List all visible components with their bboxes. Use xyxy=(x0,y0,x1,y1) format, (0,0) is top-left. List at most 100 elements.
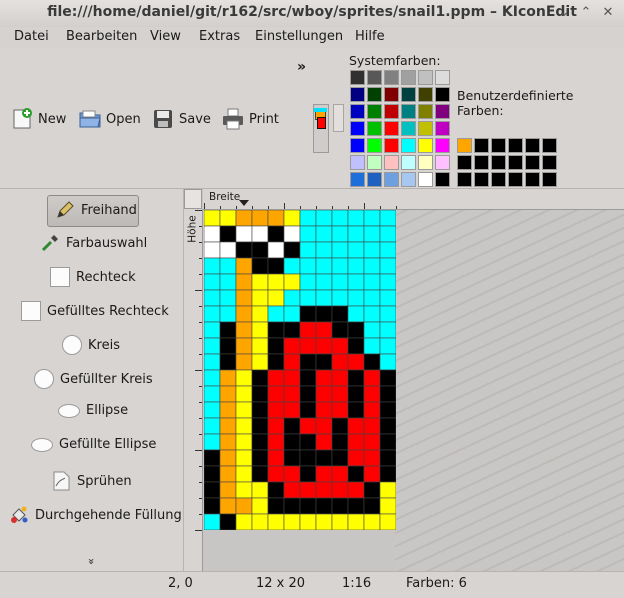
pixel-cell[interactable] xyxy=(204,241,221,259)
system-color-swatch[interactable] xyxy=(350,138,365,153)
pixel-cell[interactable] xyxy=(219,497,237,515)
pixel-cell[interactable] xyxy=(219,273,237,291)
pixel-cell[interactable] xyxy=(379,385,396,403)
pixel-cell[interactable] xyxy=(283,369,301,387)
pixel-cell[interactable] xyxy=(219,481,237,499)
pixel-cell[interactable] xyxy=(251,321,269,339)
pixel-cell[interactable] xyxy=(283,497,301,515)
pixel-cell[interactable] xyxy=(267,465,285,483)
pixel-cell[interactable] xyxy=(204,369,221,387)
pixel-cell[interactable] xyxy=(219,289,237,307)
pixel-cell[interactable] xyxy=(363,321,381,339)
pixel-cell[interactable] xyxy=(283,241,301,259)
pixel-cell[interactable] xyxy=(379,433,396,451)
pixel-cell[interactable] xyxy=(363,305,381,323)
pixel-cell[interactable] xyxy=(363,433,381,451)
pixel-cell[interactable] xyxy=(204,401,221,419)
pixel-cell[interactable] xyxy=(283,289,301,307)
pixel-cell[interactable] xyxy=(379,401,396,419)
custom-color-swatch[interactable] xyxy=(542,172,557,187)
pixel-cell[interactable] xyxy=(379,337,396,355)
pixel-cell[interactable] xyxy=(331,257,349,275)
pixel-cell[interactable] xyxy=(315,241,333,259)
system-color-swatch[interactable] xyxy=(435,70,450,85)
menu-datei[interactable]: Datei xyxy=(14,29,49,44)
system-color-swatch[interactable] xyxy=(435,138,450,153)
pixel-cell[interactable] xyxy=(347,497,365,515)
pixel-cell[interactable] xyxy=(331,401,349,419)
system-color-swatch[interactable] xyxy=(418,70,433,85)
system-color-swatch[interactable] xyxy=(418,155,433,170)
pixel-cell[interactable] xyxy=(267,241,285,259)
pixel-cell[interactable] xyxy=(363,289,381,307)
system-color-swatch[interactable] xyxy=(418,172,433,187)
pixel-cell[interactable] xyxy=(331,305,349,323)
pixel-cell[interactable] xyxy=(331,481,349,499)
system-color-swatch[interactable] xyxy=(418,87,433,102)
pixel-cell[interactable] xyxy=(204,465,221,483)
system-color-swatch[interactable] xyxy=(350,172,365,187)
pixel-cell[interactable] xyxy=(331,321,349,339)
pixel-cell[interactable] xyxy=(204,433,221,451)
pixel-cell[interactable] xyxy=(251,337,269,355)
pixel-cell[interactable] xyxy=(347,321,365,339)
pixel-cell[interactable] xyxy=(267,257,285,275)
pixel-cell[interactable] xyxy=(379,497,396,515)
pixel-cell[interactable] xyxy=(267,273,285,291)
new-button[interactable]: New xyxy=(10,107,66,131)
pixel-cell[interactable] xyxy=(315,273,333,291)
pixel-cell[interactable] xyxy=(299,497,317,515)
pixel-cell[interactable] xyxy=(363,449,381,467)
system-color-swatch[interactable] xyxy=(435,155,450,170)
system-color-swatch[interactable] xyxy=(384,155,399,170)
pixel-cell[interactable] xyxy=(251,401,269,419)
pixel-cell[interactable] xyxy=(283,305,301,323)
pixel-cell[interactable] xyxy=(219,417,237,435)
pixel-cell[interactable] xyxy=(204,417,221,435)
pixel-cell[interactable] xyxy=(299,321,317,339)
pixel-cell[interactable] xyxy=(331,289,349,307)
pixel-cell[interactable] xyxy=(315,210,333,227)
pixel-cell[interactable] xyxy=(267,353,285,371)
pixel-cell[interactable] xyxy=(235,385,253,403)
pixel-cell[interactable] xyxy=(299,305,317,323)
pixel-cell[interactable] xyxy=(251,353,269,371)
pixel-cell[interactable] xyxy=(219,321,237,339)
pixel-cell[interactable] xyxy=(283,273,301,291)
pixel-cell[interactable] xyxy=(251,305,269,323)
pixel-cell[interactable] xyxy=(235,513,253,530)
pixel-cell[interactable] xyxy=(283,417,301,435)
pixel-cell[interactable] xyxy=(331,497,349,515)
pixel-cell[interactable] xyxy=(299,433,317,451)
pixel-cell[interactable] xyxy=(283,385,301,403)
pixel-cell[interactable] xyxy=(251,417,269,435)
pixel-cell[interactable] xyxy=(204,305,221,323)
system-color-swatch[interactable] xyxy=(435,121,450,136)
pixel-cell[interactable] xyxy=(315,417,333,435)
custom-color-swatch[interactable] xyxy=(525,155,540,170)
pixel-cell[interactable] xyxy=(219,401,237,419)
tool-rectangle[interactable]: Rechteck xyxy=(50,267,136,287)
pixel-cell[interactable] xyxy=(283,225,301,243)
custom-color-swatch[interactable] xyxy=(474,155,489,170)
tool-color-picker[interactable]: Farbauswahl xyxy=(40,233,147,253)
pixel-cell[interactable] xyxy=(363,417,381,435)
system-color-swatch[interactable] xyxy=(401,121,416,136)
pixel-cell[interactable] xyxy=(363,353,381,371)
pixel-cell[interactable] xyxy=(299,449,317,467)
pixel-cell[interactable] xyxy=(283,257,301,275)
custom-color-swatch[interactable] xyxy=(508,172,523,187)
system-color-swatch[interactable] xyxy=(367,155,382,170)
system-color-swatch[interactable] xyxy=(418,104,433,119)
pixel-cell[interactable] xyxy=(251,225,269,243)
pixel-cell[interactable] xyxy=(379,513,396,530)
pixel-cell[interactable] xyxy=(283,433,301,451)
pixel-cell[interactable] xyxy=(235,289,253,307)
pixel-cell[interactable] xyxy=(347,433,365,451)
menu-bearbeiten[interactable]: Bearbeiten xyxy=(66,29,137,44)
pixel-cell[interactable] xyxy=(235,305,253,323)
custom-color-swatch[interactable] xyxy=(491,138,506,153)
custom-color-swatch[interactable] xyxy=(457,138,472,153)
pixel-cell[interactable] xyxy=(347,210,365,227)
pixel-cell[interactable] xyxy=(331,465,349,483)
